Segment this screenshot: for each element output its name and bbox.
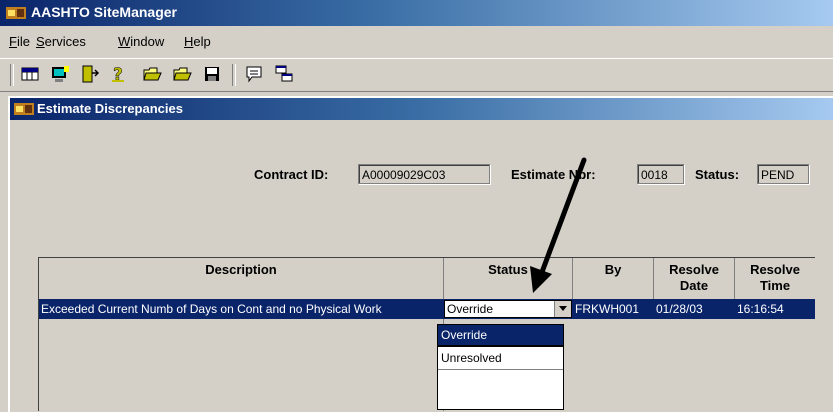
annotation-arrow [530,157,587,293]
